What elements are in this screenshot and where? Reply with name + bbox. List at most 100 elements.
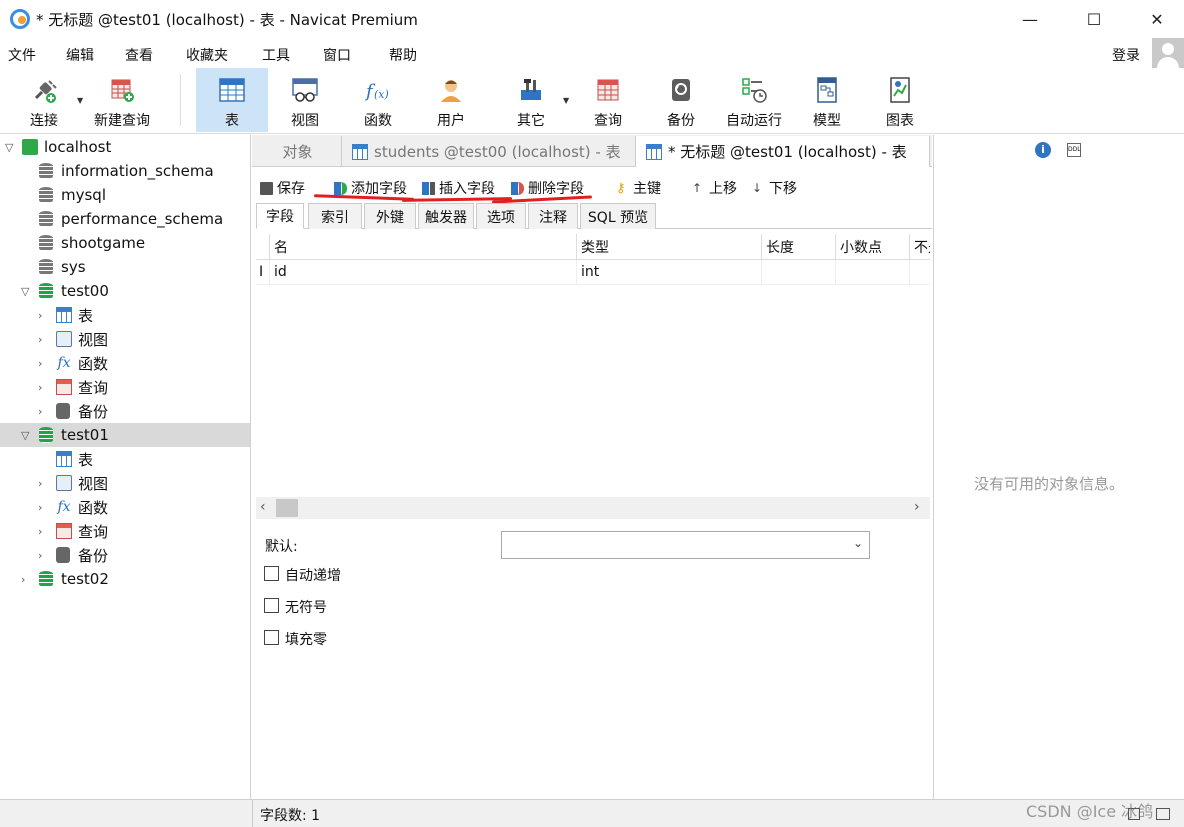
minimize-button[interactable]: — (1007, 0, 1053, 38)
menu-view[interactable]: 查看 (125, 45, 153, 65)
chevron-right-icon[interactable]: › (38, 549, 42, 562)
cell-field-type[interactable]: int (577, 260, 762, 285)
toolbar-connect-button[interactable]: 连接 (16, 68, 72, 132)
toolbar-user-button[interactable]: 用户 (419, 68, 483, 132)
chevron-down-icon[interactable]: ▽ (21, 429, 29, 442)
column-header-not-null[interactable]: 不是 null (910, 234, 930, 260)
subtab-sql-preview[interactable]: SQL 预览 (580, 203, 656, 229)
toolbar-others-button[interactable]: 其它 (499, 68, 563, 132)
subtab-triggers[interactable]: 触发器 (418, 203, 474, 229)
toolbar-backup-button[interactable]: 备份 (649, 68, 713, 132)
cell-field-not-null[interactable] (910, 260, 930, 285)
tree-db-test01[interactable]: ▽ test01 (0, 423, 250, 447)
delete-field-button[interactable]: 删除字段 (511, 178, 584, 198)
menu-window[interactable]: 窗口 (323, 45, 351, 65)
menu-edit[interactable]: 编辑 (66, 45, 94, 65)
chevron-right-icon[interactable]: › (21, 573, 25, 586)
column-header-decimals[interactable]: 小数点 (836, 234, 910, 260)
scroll-left-icon[interactable]: ‹ (260, 499, 266, 515)
tree-test01-backups[interactable]: › 备份 (0, 543, 250, 567)
chevron-right-icon[interactable]: › (38, 501, 42, 514)
tree-test00-queries[interactable]: › 查询 (0, 375, 250, 399)
tree-test01-functions[interactable]: › fx 函数 (0, 495, 250, 519)
tree-label: test01 (61, 426, 109, 444)
tab-students-table[interactable]: students @test00 (localhost) - 表 (342, 136, 636, 167)
column-header-length[interactable]: 长度 (762, 234, 836, 260)
tree-db-performance-schema[interactable]: performance_schema (0, 207, 250, 231)
login-link[interactable]: 登录 (1112, 45, 1140, 65)
toolbar-autorun-button[interactable]: 自动运行 (720, 68, 788, 132)
grid-horizontal-scrollbar[interactable]: ‹ › (256, 497, 930, 519)
tree-test01-views[interactable]: › 视图 (0, 471, 250, 495)
cell-field-length[interactable] (762, 260, 836, 285)
tree-test01-tables[interactable]: 表 (0, 447, 250, 471)
row-header-corner (256, 234, 270, 260)
tree-test01-queries[interactable]: › 查询 (0, 519, 250, 543)
default-value-select[interactable]: ⌄ (501, 531, 870, 559)
chevron-right-icon[interactable]: › (38, 477, 42, 490)
cell-field-decimals[interactable] (836, 260, 910, 285)
connect-dropdown-icon[interactable]: ▼ (77, 96, 83, 105)
status-layout-icon[interactable] (1128, 808, 1140, 820)
column-header-name[interactable]: 名 (270, 234, 577, 260)
unsigned-checkbox[interactable] (264, 598, 279, 613)
subtab-foreign-keys[interactable]: 外键 (364, 203, 416, 229)
tree-db-sys[interactable]: sys (0, 255, 250, 279)
column-header-type[interactable]: 类型 (577, 234, 762, 260)
subtab-comments[interactable]: 注释 (528, 203, 578, 229)
toolbar-query-button[interactable]: 查询 (576, 68, 640, 132)
menu-help[interactable]: 帮助 (389, 45, 417, 65)
tree-db-test00[interactable]: ▽ test00 (0, 279, 250, 303)
maximize-button[interactable]: ☐ (1071, 0, 1117, 38)
tree-db-mysql[interactable]: mysql (0, 183, 250, 207)
zerofill-checkbox[interactable] (264, 630, 279, 645)
move-down-label: 下移 (769, 181, 797, 197)
subtab-fields[interactable]: 字段 (256, 203, 304, 229)
close-button[interactable]: ✕ (1134, 0, 1180, 38)
cell-field-name[interactable]: id (270, 260, 577, 285)
tree-db-shootgame[interactable]: shootgame (0, 231, 250, 255)
auto-increment-checkbox[interactable] (264, 566, 279, 581)
move-down-button[interactable]: ↓ 下移 (752, 178, 797, 198)
tree-db-test02[interactable]: › test02 (0, 567, 250, 591)
toolbar-table-button[interactable]: 表 (196, 68, 268, 132)
menu-tools[interactable]: 工具 (262, 45, 290, 65)
scroll-right-icon[interactable]: › (914, 499, 920, 515)
save-button[interactable]: 保存 (260, 178, 305, 198)
menu-favorites[interactable]: 收藏夹 (186, 45, 228, 65)
toolbar-model-button[interactable]: 模型 (796, 68, 858, 132)
move-up-button[interactable]: ↑ 上移 (692, 178, 737, 198)
chevron-down-icon[interactable]: ▽ (5, 141, 13, 154)
tab-untitled-table[interactable]: * 无标题 @test01 (localhost) - 表 (636, 136, 930, 167)
tree-test00-tables[interactable]: › 表 (0, 303, 250, 327)
primary-key-button[interactable]: ⚷ 主键 (616, 178, 661, 198)
toolbar-chart-button[interactable]: 图表 (868, 68, 932, 132)
toolbar-view-button[interactable]: 视图 (273, 68, 337, 132)
tree-test00-views[interactable]: › 视图 (0, 327, 250, 351)
chevron-right-icon[interactable]: › (38, 333, 42, 346)
status-panel-icon[interactable] (1156, 808, 1170, 820)
tree-test00-functions[interactable]: › fx 函数 (0, 351, 250, 375)
chevron-right-icon[interactable]: › (38, 405, 42, 418)
scrollbar-thumb[interactable] (276, 499, 298, 517)
ddl-icon[interactable]: DDL (1067, 143, 1081, 157)
tab-objects[interactable]: 对象 (254, 136, 342, 167)
user-avatar-icon[interactable] (1152, 38, 1184, 70)
menu-file[interactable]: 文件 (8, 45, 36, 65)
toolbar-new-query-button[interactable]: 新建查询 (88, 68, 156, 132)
chevron-right-icon[interactable]: › (38, 525, 42, 538)
subtab-indexes[interactable]: 索引 (308, 203, 362, 229)
insert-field-button[interactable]: 插入字段 (422, 178, 495, 198)
tree-connection-localhost[interactable]: ▽ localhost (0, 135, 250, 159)
tree-test00-backups[interactable]: › 备份 (0, 399, 250, 423)
navigation-tree: ▽ localhost information_schema mysql per… (0, 135, 251, 799)
chevron-right-icon[interactable]: › (38, 357, 42, 370)
toolbar-function-button[interactable]: f (x) 函数 (346, 68, 410, 132)
others-dropdown-icon[interactable]: ▼ (563, 96, 569, 105)
tree-db-information-schema[interactable]: information_schema (0, 159, 250, 183)
chevron-down-icon[interactable]: ▽ (21, 285, 29, 298)
info-icon[interactable]: i (1035, 142, 1051, 158)
subtab-options[interactable]: 选项 (476, 203, 526, 229)
chevron-right-icon[interactable]: › (38, 381, 42, 394)
chevron-right-icon[interactable]: › (38, 309, 42, 322)
